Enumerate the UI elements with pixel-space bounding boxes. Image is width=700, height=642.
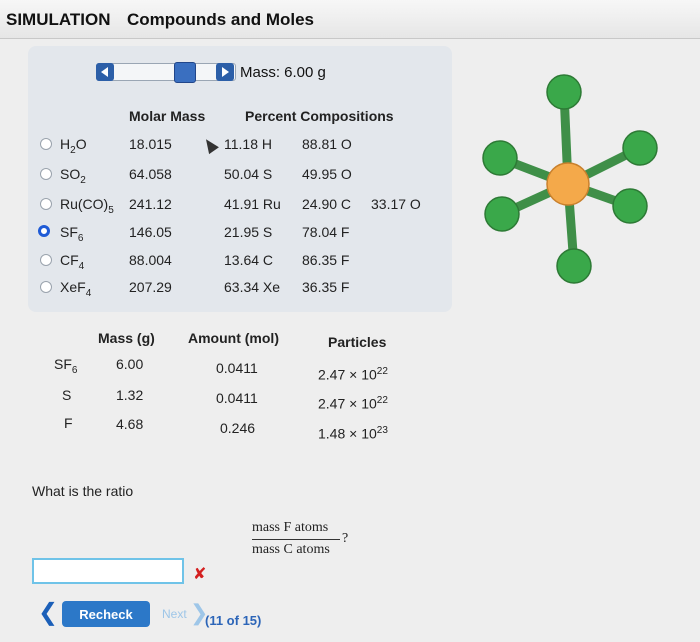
percent-compositions-header: Percent Compositions — [245, 108, 394, 124]
compound-formula: SF6 — [60, 224, 84, 244]
species-label: F — [64, 415, 73, 431]
compound-formula: XeF4 — [60, 279, 92, 299]
sf6-molecule-model — [482, 74, 658, 284]
species-label: SF6 — [54, 356, 78, 376]
molar-mass-value: 146.05 — [129, 224, 172, 240]
molar-mass-header: Molar Mass — [129, 108, 206, 124]
percent-value: 24.90 C — [302, 196, 352, 212]
mass-readout: Mass: 6.00 g — [240, 64, 326, 81]
percent-value: 36.35 F — [302, 279, 350, 295]
fluorine-atom — [484, 196, 520, 232]
compound-radio[interactable] — [40, 168, 52, 180]
percent-value: 11.18 H — [224, 136, 272, 152]
recheck-button[interactable]: Recheck — [62, 601, 150, 627]
compound-formula: CF4 — [60, 252, 85, 272]
fraction-numerator: mass F atoms — [252, 520, 329, 535]
particles-header: Particles — [328, 334, 387, 350]
particles-value: 1.48 × 1023 — [318, 425, 388, 442]
decrease-mass-button[interactable] — [96, 63, 114, 81]
back-chevron-icon[interactable]: ❮ — [38, 598, 58, 627]
simulation-label: SIMULATION — [6, 10, 111, 29]
molar-mass-value: 241.12 — [129, 196, 172, 212]
compound-formula: Ru(CO)5 — [60, 196, 114, 216]
compound-formula: SO2 — [60, 166, 86, 186]
percent-value: 21.95 S — [224, 224, 273, 240]
percent-value: 33.17 O — [371, 196, 421, 212]
percent-value: 13.64 C — [224, 252, 274, 268]
percent-value: 50.04 S — [224, 166, 273, 182]
percent-value: 88.81 O — [302, 136, 352, 152]
mass-value: 6.00 — [116, 356, 144, 372]
mass-header: Mass (g) — [98, 330, 155, 346]
percent-value: 63.34 Xe — [224, 279, 281, 295]
percent-value: 41.91 Ru — [224, 196, 281, 212]
particles-value: 2.47 × 1022 — [318, 366, 388, 383]
fraction-bar — [252, 539, 340, 540]
compound-radio[interactable] — [40, 198, 52, 210]
fraction-denominator: mass C atoms — [252, 542, 330, 557]
page-title: Compounds and Moles — [127, 10, 314, 29]
compound-radio[interactable] — [40, 281, 52, 293]
answer-input[interactable] — [32, 558, 184, 584]
incorrect-icon: ✘ — [193, 566, 207, 583]
amount-header: Amount (mol) — [188, 330, 279, 346]
fluorine-atom — [546, 74, 582, 110]
molar-mass-value: 64.058 — [129, 166, 172, 182]
percent-value: 78.04 F — [302, 224, 350, 240]
molar-mass-value: 88.004 — [129, 252, 172, 268]
percent-value: 86.35 F — [302, 252, 350, 268]
percent-value: 49.95 O — [302, 166, 352, 182]
header-bar: SIMULATION Compounds and Moles — [0, 0, 700, 39]
increase-mass-button[interactable] — [216, 63, 234, 81]
next-button[interactable]: Next — [162, 607, 187, 621]
amount-value: 0.0411 — [216, 360, 258, 376]
molar-mass-value: 18.015 — [129, 136, 172, 152]
amount-value: 0.246 — [220, 420, 256, 436]
fluorine-atom — [622, 130, 658, 166]
question-prompt: What is the ratio — [32, 483, 134, 499]
question-mark: ? — [342, 531, 349, 546]
compound-radio[interactable] — [40, 254, 52, 266]
slider-thumb[interactable] — [174, 62, 196, 83]
mass-value: 1.32 — [116, 387, 144, 403]
mass-value: 4.68 — [116, 416, 144, 432]
amount-value: 0.0411 — [216, 390, 258, 406]
sulfur-atom — [546, 162, 590, 206]
compound-radio[interactable] — [40, 138, 52, 150]
fluorine-atom — [556, 248, 592, 284]
particles-value: 2.47 × 1022 — [318, 395, 388, 412]
molar-mass-value: 207.29 — [129, 279, 172, 295]
fluorine-atom — [612, 188, 648, 224]
compound-formula: H2O — [60, 136, 87, 156]
fluorine-atom — [482, 140, 518, 176]
compound-radio-selected[interactable] — [38, 225, 50, 237]
progress-counter: (11 of 15) — [205, 613, 262, 628]
species-label: S — [62, 387, 72, 403]
mass-slider[interactable] — [96, 60, 236, 83]
slider-track[interactable] — [96, 63, 236, 81]
